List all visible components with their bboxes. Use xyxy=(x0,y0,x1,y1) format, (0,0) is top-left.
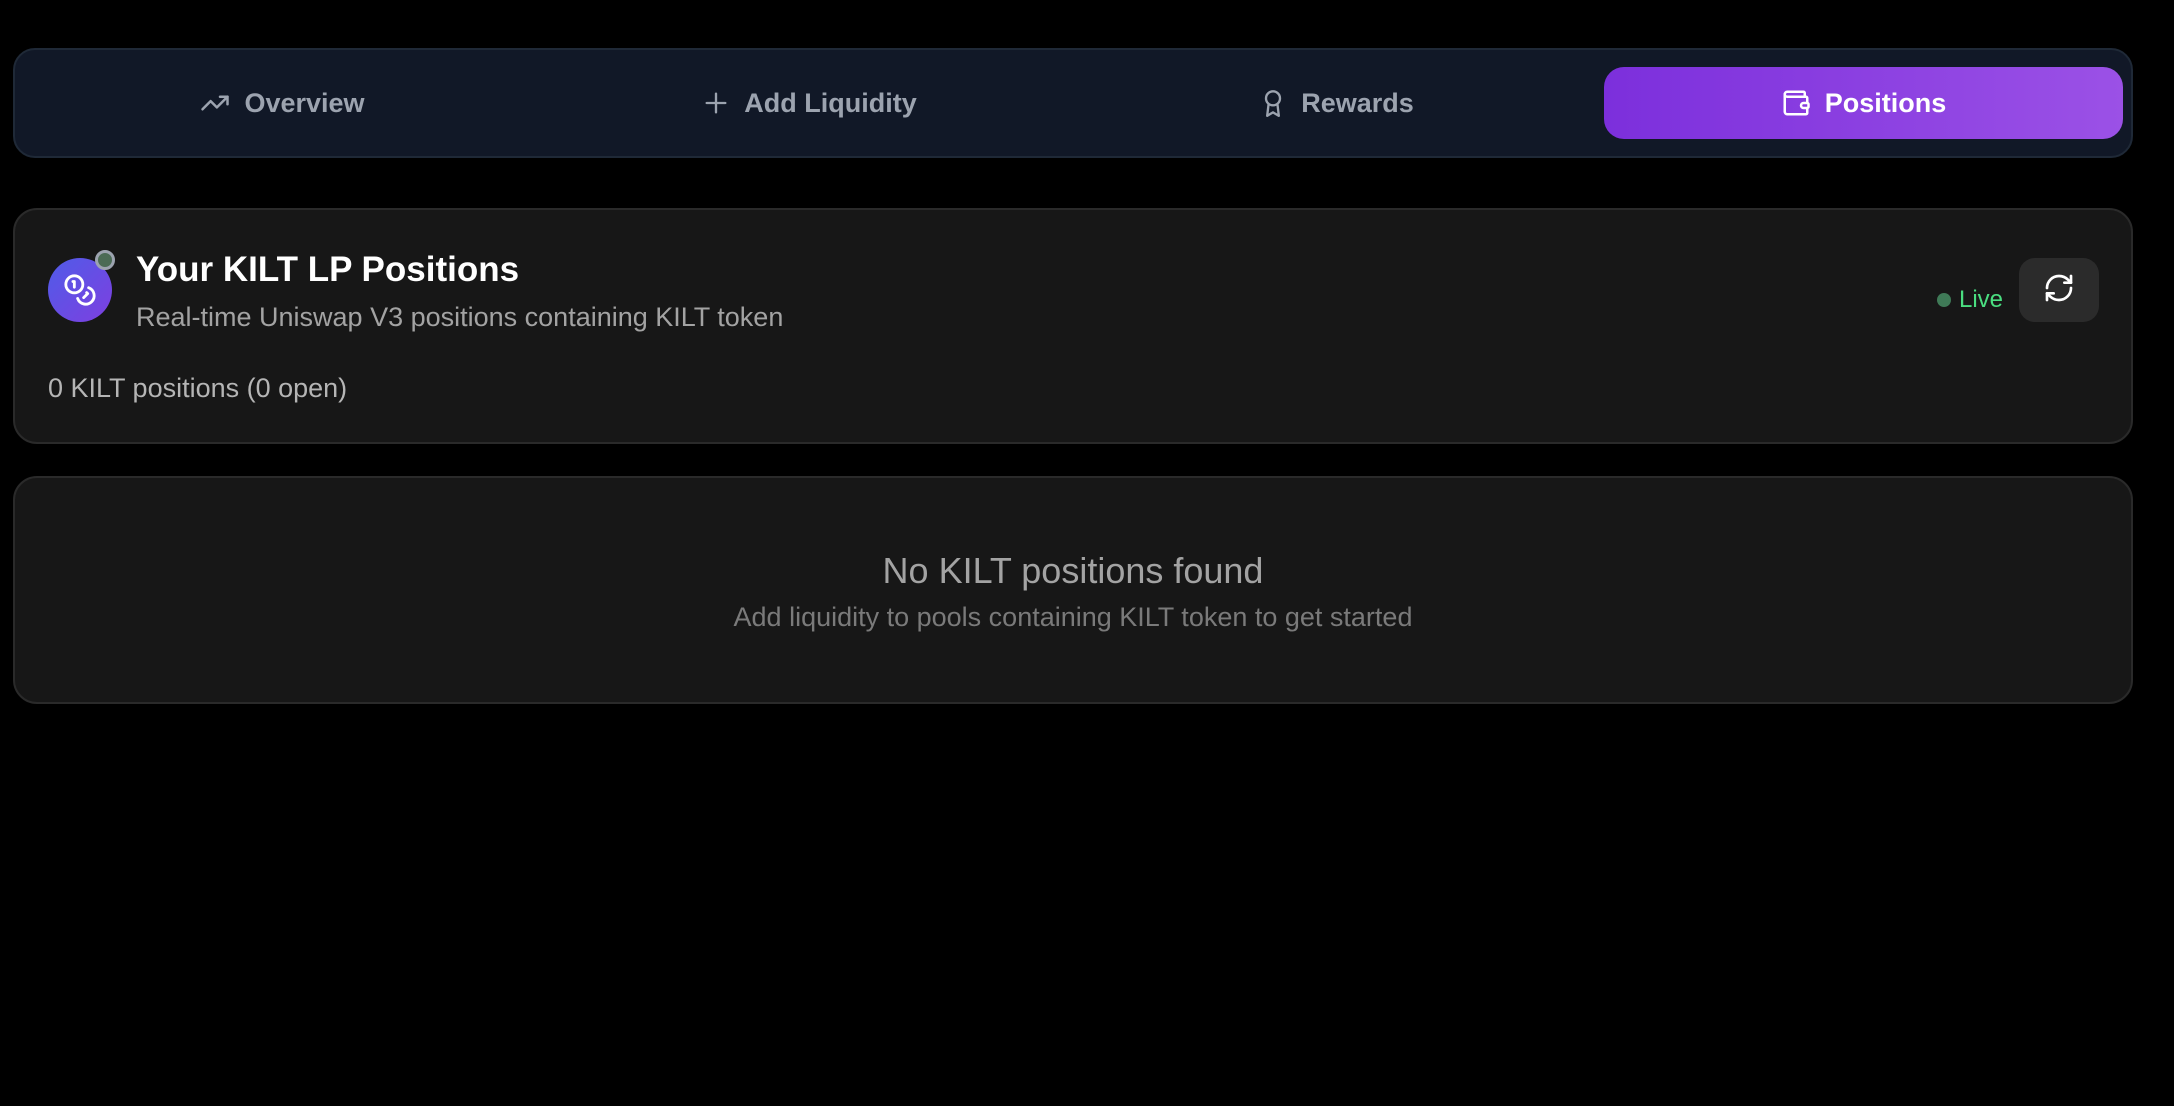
wallet-icon xyxy=(1781,88,1811,118)
award-icon xyxy=(1259,87,1287,119)
tab-label-rewards: Rewards xyxy=(1301,87,1414,118)
status-indicator-dot xyxy=(95,250,115,270)
page-subtitle: Real-time Uniswap V3 positions containin… xyxy=(136,302,784,332)
positions-count: 0 KILT positions (0 open) xyxy=(48,373,348,403)
tab-positions[interactable]: Positions xyxy=(1604,67,2123,139)
tab-label-add-liquidity: Add Liquidity xyxy=(744,87,917,118)
tab-add-liquidity[interactable]: Add Liquidity xyxy=(550,67,1069,139)
tab-label-overview: Overview xyxy=(244,87,365,118)
empty-state-subtitle: Add liquidity to pools containing KILT t… xyxy=(733,602,1413,632)
live-status-badge: Live xyxy=(1936,286,2003,314)
live-dot-icon xyxy=(1936,293,1951,307)
empty-state-card: No KILT positions found Add liquidity to… xyxy=(13,476,2133,704)
page-title: Your KILT LP Positions xyxy=(136,250,520,289)
tab-bar: Overview Add Liquidity Rewards Positions xyxy=(13,48,2133,158)
trending-up-icon xyxy=(200,88,230,118)
tab-label-positions: Positions xyxy=(1824,87,1947,118)
positions-card: Your KILT LP Positions Real-time Uniswap… xyxy=(13,208,2133,444)
live-status-label: Live xyxy=(1958,286,2003,313)
plus-icon xyxy=(702,89,730,117)
refresh-icon xyxy=(2043,272,2075,309)
empty-state-title: No KILT positions found xyxy=(882,550,1264,591)
tab-overview[interactable]: Overview xyxy=(23,67,542,139)
refresh-button[interactable] xyxy=(2019,258,2099,322)
tab-rewards[interactable]: Rewards xyxy=(1077,67,1596,139)
